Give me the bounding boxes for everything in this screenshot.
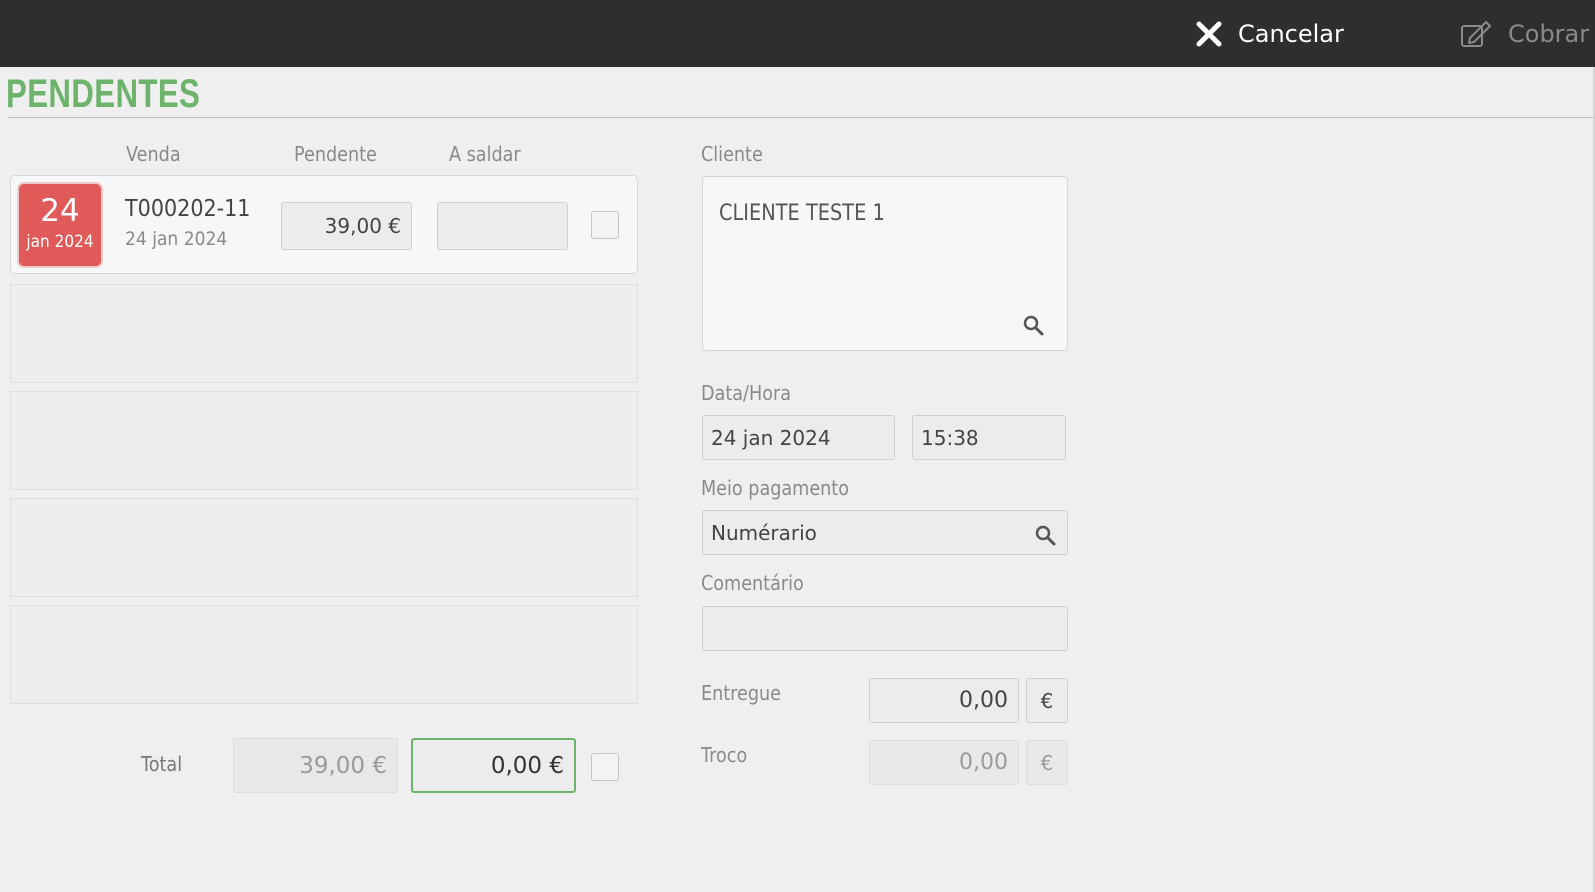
troco-currency: € — [1026, 740, 1068, 785]
total-pendente-field: 39,00 € — [233, 738, 398, 793]
empty-row — [10, 284, 638, 383]
empty-row — [10, 498, 638, 597]
troco-field: 0,00 — [869, 740, 1019, 785]
date-badge-month: jan 2024 — [26, 232, 94, 252]
troco-value: 0,00 — [959, 750, 1008, 775]
pendente-field: 39,00 € — [281, 202, 412, 250]
entregue-input[interactable]: 0,00 — [869, 678, 1019, 723]
header-pendente: Pendente — [294, 142, 377, 166]
troco-currency-symbol: € — [1040, 750, 1054, 775]
title-divider — [8, 117, 1595, 118]
entregue-currency: € — [1026, 678, 1068, 723]
date-field[interactable]: 24 jan 2024 — [702, 415, 895, 460]
search-icon[interactable] — [1021, 313, 1045, 337]
header-venda: Venda — [126, 142, 181, 166]
cobrar-button[interactable]: Cobrar — [1460, 0, 1589, 67]
cancel-button[interactable]: Cancelar — [1196, 0, 1344, 67]
empty-row — [10, 605, 638, 704]
a-saldar-input[interactable] — [437, 202, 568, 250]
sale-date: 24 jan 2024 — [125, 228, 228, 250]
date-badge: 24 jan 2024 — [19, 184, 101, 266]
cliente-box[interactable]: CLIENTE TESTE 1 — [702, 176, 1068, 351]
sale-id: T000202-11 — [125, 196, 251, 222]
total-label: Total — [141, 752, 183, 776]
cobrar-button-label: Cobrar — [1508, 19, 1590, 48]
total-pendente-value: 39,00 € — [299, 752, 387, 779]
row-checkbox[interactable] — [591, 211, 619, 239]
entregue-value: 0,00 — [959, 688, 1008, 713]
table-row[interactable]: 24 jan 2024 T000202-11 24 jan 2024 39,00… — [10, 175, 638, 274]
datahora-label: Data/Hora — [701, 381, 791, 405]
page-title: PENDENTES — [6, 72, 201, 116]
search-icon[interactable] — [1033, 523, 1057, 547]
total-a-saldar-value: 0,00 € — [490, 752, 564, 779]
troco-label: Troco — [701, 743, 748, 767]
empty-row — [10, 391, 638, 490]
meio-pagamento-label: Meio pagamento — [701, 476, 849, 500]
time-field[interactable]: 15:38 — [912, 415, 1066, 460]
date-badge-day: 24 — [40, 193, 80, 229]
edit-icon — [1461, 20, 1491, 47]
total-checkbox[interactable] — [591, 753, 619, 781]
close-icon — [1196, 21, 1222, 46]
top-bar: Cancelar Cobrar — [0, 0, 1595, 67]
time-value: 15:38 — [921, 425, 979, 450]
pendente-value: 39,00 € — [324, 214, 401, 238]
cancel-button-label: Cancelar — [1238, 19, 1344, 48]
meio-pagamento-value: Numérario — [711, 520, 817, 545]
meio-pagamento-select[interactable]: Numérario — [702, 510, 1068, 555]
cliente-name: CLIENTE TESTE 1 — [719, 201, 885, 226]
date-value: 24 jan 2024 — [711, 425, 831, 450]
entregue-currency-symbol: € — [1040, 688, 1054, 713]
header-a-saldar: A saldar — [449, 142, 521, 166]
comentario-label: Comentário — [701, 571, 804, 595]
entregue-label: Entregue — [701, 681, 782, 705]
total-a-saldar-field[interactable]: 0,00 € — [411, 738, 576, 793]
comentario-input[interactable] — [702, 606, 1068, 651]
cliente-label: Cliente — [701, 142, 763, 166]
